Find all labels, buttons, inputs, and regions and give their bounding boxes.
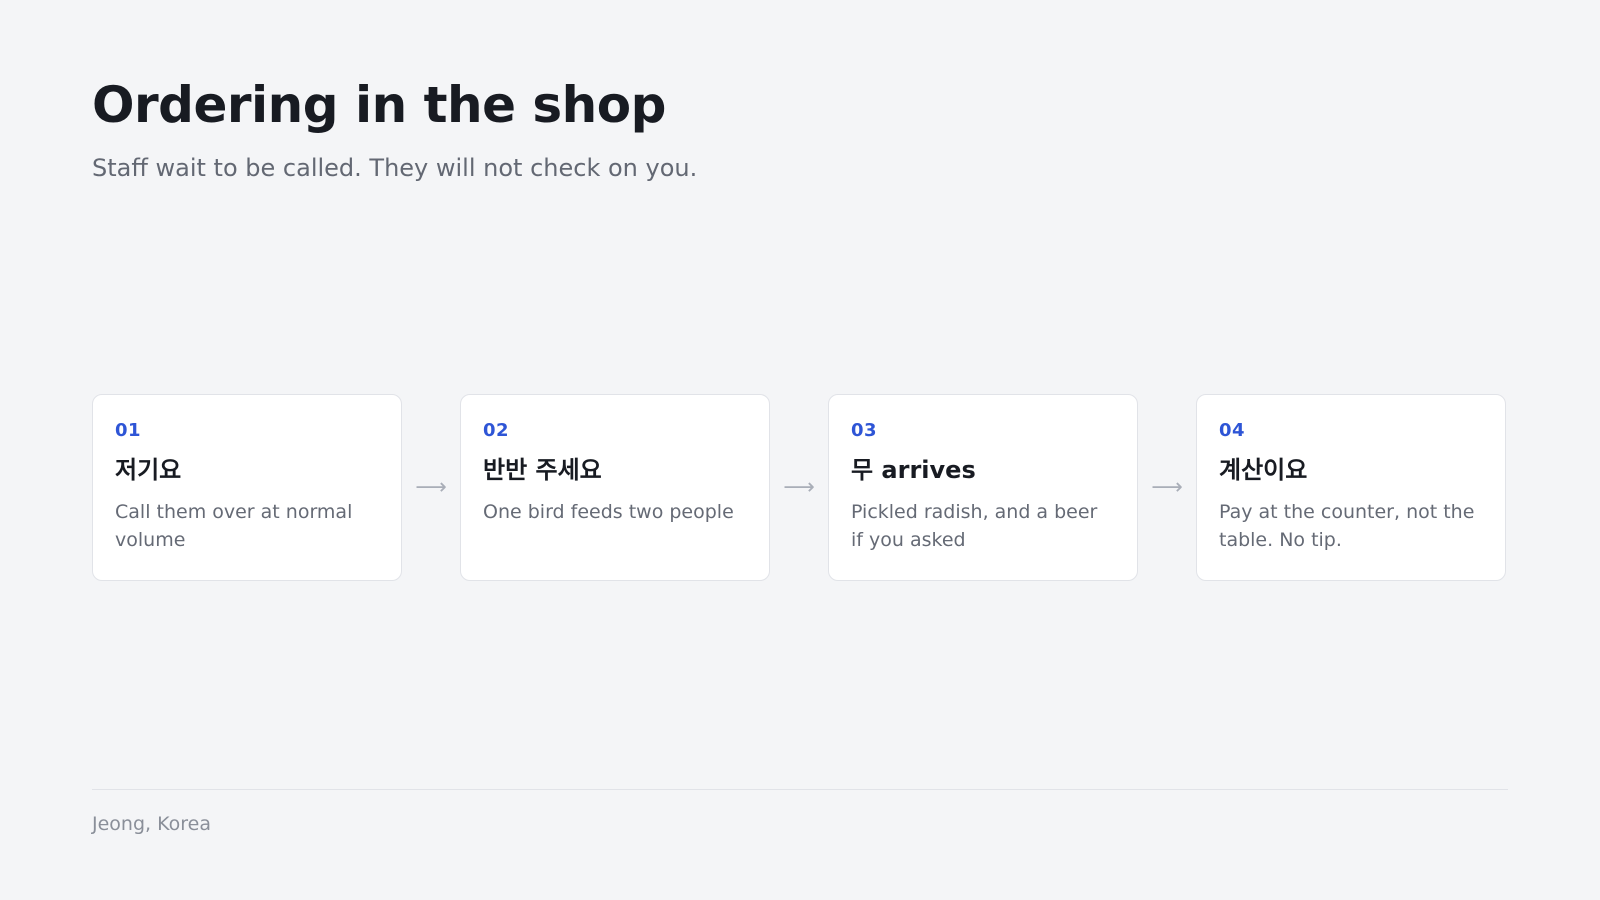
step-flow: 01 저기요 Call them over at normal volume ⟶… [92,394,1508,581]
step-number: 04 [1219,420,1246,441]
footer-location: Jeong, Korea [92,813,211,835]
slide: Ordering in the shop Staff wait to be ca… [0,0,1600,900]
step-title: 반반 주세요 [483,456,602,484]
step-description: Call them over at normal volume [115,501,353,551]
right-arrow-icon: ⟶ [1151,474,1183,500]
step-title: 무 arrives [851,456,976,484]
right-arrow-icon: ⟶ [783,474,815,500]
step-card-1: 01 저기요 Call them over at normal volume [92,394,402,581]
step-description: One bird feeds two people [483,501,734,524]
right-arrow-icon: ⟶ [415,474,447,500]
step-number: 02 [483,420,510,441]
page-subtitle: Staff wait to be called. They will not c… [92,154,698,182]
footer-divider [92,789,1508,790]
step-description: Pay at the counter, not the table. No ti… [1219,501,1475,551]
step-number: 03 [851,420,878,441]
step-description: Pickled radish, and a beer if you asked [851,501,1098,551]
step-title: 저기요 [115,456,182,484]
step-card-3: 03 무 arrives Pickled radish, and a beer … [828,394,1138,581]
step-number: 01 [115,420,142,441]
step-card-4: 04 계산이요 Pay at the counter, not the tabl… [1196,394,1506,581]
step-title: 계산이요 [1219,456,1308,484]
step-card-2: 02 반반 주세요 One bird feeds two people [460,394,770,581]
page-title: Ordering in the shop [92,76,666,134]
